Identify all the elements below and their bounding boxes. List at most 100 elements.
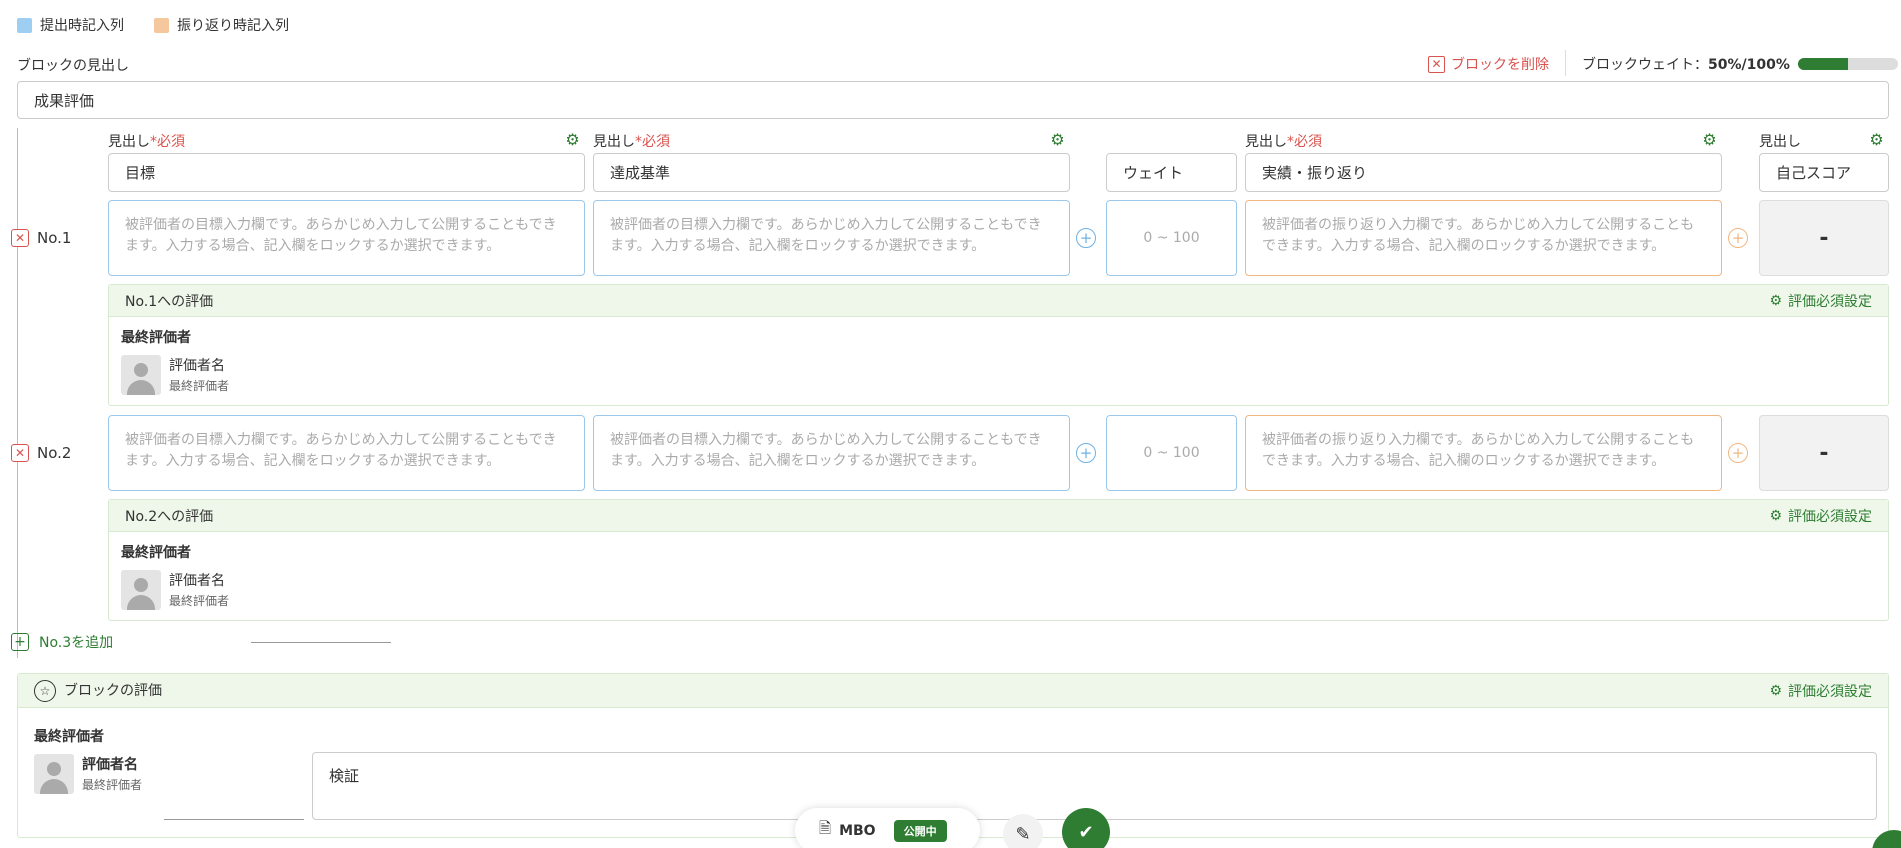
evaluation-required-setting-button[interactable]: ⚙ 評価必須設定 [1769,291,1872,311]
evaluator: 評価者名 最終評価者 [121,355,1876,395]
row-evaluation-panel: No.1への評価 ⚙ 評価必須設定 最終評価者 評価者名 最終評価者 [108,284,1889,428]
row-evaluation-panel: No.2への評価 ⚙ 評価必須設定 最終評価者 評価者名 最終評価者 [108,499,1889,643]
row-evaluation-body: 最終評価者 評価者名 最終評価者 [109,532,1888,643]
required-mark: *必須 [150,134,185,150]
delete-block-button[interactable]: ✕ ブロックを削除 [1428,54,1549,74]
divider [1565,50,1566,76]
row-evaluation-title: No.2への評価 [125,508,214,525]
gear-icon: ⚙ [1769,292,1782,309]
weight-heading-input[interactable]: ウェイト [1106,153,1237,192]
block-title-input[interactable]: 成果評価 [17,81,1889,119]
add-column-icon[interactable]: + [1076,228,1096,248]
avatar [121,570,161,610]
row-evaluation-header: No.2への評価 ⚙ 評価必須設定 [109,500,1888,532]
heading-label: 見出し [593,134,635,150]
legend-label: 振り返り時記入列 [177,18,289,34]
evaluator-name: 評価者名 [169,358,225,374]
evaluator-name: 評価者名 [169,573,225,589]
add-row-button[interactable]: + No.3を追加 [11,632,113,652]
edit-list-icon: ✎ [1015,823,1031,845]
goal-heading-input[interactable]: 目標 [108,153,585,192]
evaluation-required-setting-button[interactable]: ⚙ 評価必須設定 [1769,681,1872,701]
column-legend: 提出時記入列 振り返り時記入列 [17,15,309,35]
column-heading-result: 見出し*必須 [1245,131,1322,151]
row-label-no2: ✕ No.2 [11,444,71,462]
weight-input[interactable]: 0 ~ 100 [1106,415,1237,491]
block-weight-bar [1797,58,1898,70]
add-row-label: No.3を追加 [39,635,114,651]
goal-textarea[interactable]: 被評価者の目標入力欄です。あらかじめ入力して公開することもできます。入力する場合… [108,200,585,276]
document-status-bar: 🗎 MBO 公開中 [795,808,980,848]
evaluator-underline [164,819,304,820]
criteria-heading-input[interactable]: 達成基準 [593,153,1070,192]
evaluator-name: 評価者名 [82,757,138,773]
criteria-textarea[interactable]: 被評価者の目標入力欄です。あらかじめ入力して公開することもできます。入力する場合… [593,200,1070,276]
row-evaluation-header: No.1への評価 ⚙ 評価必須設定 [109,285,1888,317]
row-number: No.1 [37,229,72,247]
publish-button[interactable]: ✔ [1062,808,1110,848]
status-badge: 公開中 [893,819,947,842]
column-heading-score: 見出し [1759,131,1801,151]
add-column-icon[interactable]: + [1728,228,1748,248]
add-column-icon[interactable]: + [1728,443,1748,463]
legend-item-submit: 提出時記入列 [17,15,124,35]
setting-label: 評価必須設定 [1788,293,1872,310]
gear-icon[interactable]: ⚙ [564,131,581,148]
criteria-textarea[interactable]: 被評価者の目標入力欄です。あらかじめ入力して公開することもできます。入力する場合… [593,415,1070,491]
final-evaluator-title: 最終評価者 [121,545,191,561]
row-connector-line [17,128,18,658]
block-evaluation-title-wrap: ☆ ブロックの評価 [34,679,162,702]
block-evaluation-title: ブロックの評価 [64,682,162,699]
document-type-label: MBO [839,822,876,839]
block-weight-fill [1797,58,1848,70]
edit-button[interactable]: ✎ [1003,814,1043,848]
column-heading-criteria: 見出し*必須 [593,131,670,151]
legend-label: 提出時記入列 [40,18,124,34]
close-icon: ✕ [1428,55,1445,73]
legend-item-review: 振り返り時記入列 [154,15,289,35]
weight-input[interactable]: 0 ~ 100 [1106,200,1237,276]
evaluator-underline [251,642,391,643]
legend-swatch-blue [17,17,32,33]
add-column-icon[interactable]: + [1076,443,1096,463]
result-textarea[interactable]: 被評価者の振り返り入力欄です。あらかじめ入力して公開することもできます。入力する… [1245,415,1722,491]
required-mark: *必須 [635,134,670,150]
block-evaluation-header: ☆ ブロックの評価 ⚙ 評価必須設定 [18,674,1888,708]
row-evaluation-body: 最終評価者 評価者名 最終評価者 [109,317,1888,428]
score-heading-input[interactable]: 自己スコア [1759,153,1889,192]
heading-label: 見出し [1759,134,1801,150]
evaluator: 評価者名 最終評価者 [121,570,1876,610]
block-weight-label: ブロックウェイト： [1582,57,1708,73]
block-heading-label: ブロックの見出し [17,58,129,74]
gear-icon: ⚙ [1769,507,1782,524]
self-score-display: - [1759,200,1889,276]
goal-textarea[interactable]: 被評価者の目標入力欄です。あらかじめ入力して公開することもできます。入力する場合… [108,415,585,491]
row-evaluation-title: No.1への評価 [125,293,214,310]
result-heading-input[interactable]: 実績・振り返り [1245,153,1722,192]
required-mark: *必須 [1287,134,1322,150]
final-evaluator-title: 最終評価者 [121,330,191,346]
close-icon[interactable]: ✕ [11,229,29,247]
heading-label: 見出し [1245,134,1287,150]
row-label-no1: ✕ No.1 [11,229,71,247]
legend-swatch-orange [154,17,169,33]
evaluation-required-setting-button[interactable]: ⚙ 評価必須設定 [1769,506,1872,526]
document-icon: 🗎 [819,819,832,837]
self-score-display: - [1759,415,1889,491]
block-weight-value: 50%/100% [1708,57,1790,73]
column-heading-goal: 見出し*必須 [108,131,185,151]
setting-label: 評価必須設定 [1788,683,1872,700]
avatar [121,355,161,395]
gear-icon[interactable]: ⚙ [1701,131,1718,148]
star-icon: ☆ [34,679,56,702]
gear-icon: ⚙ [1769,682,1782,699]
final-evaluator-title: 最終評価者 [34,729,104,745]
close-icon[interactable]: ✕ [11,444,29,462]
result-textarea[interactable]: 被評価者の振り返り入力欄です。あらかじめ入力して公開することもできます。入力する… [1245,200,1722,276]
document-check-icon: ✔ [1078,821,1094,843]
block-weight: ブロックウェイト：50%/100% [1582,54,1898,74]
evaluator-role: 最終評価者 [169,379,230,393]
gear-icon[interactable]: ⚙ [1049,131,1066,148]
row-number: No.2 [37,444,72,462]
gear-icon[interactable]: ⚙ [1868,131,1885,148]
